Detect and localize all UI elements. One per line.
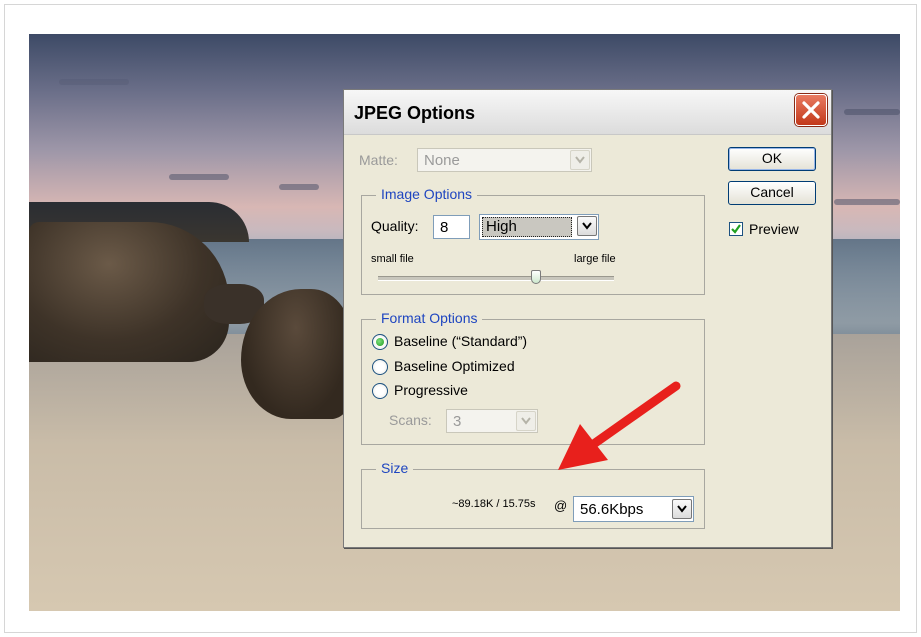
red-arrow-annotation: [558, 381, 681, 470]
matte-select[interactable]: None: [417, 148, 592, 172]
cancel-button[interactable]: Cancel: [728, 181, 816, 205]
baseline-optimized-label: Baseline Optimized: [394, 358, 515, 374]
quality-value: 8: [440, 219, 449, 236]
image-options-title: Image Options: [376, 186, 478, 202]
dialog-titlebar: JPEG Options: [344, 90, 831, 135]
progressive-label: Progressive: [394, 382, 468, 398]
scans-select[interactable]: 3: [446, 409, 538, 433]
chevron-down-icon: [516, 411, 536, 431]
download-speed-value: 56.6Kbps: [580, 501, 644, 518]
matte-label: Matte:: [359, 152, 398, 168]
radio-baseline-standard[interactable]: [372, 334, 388, 350]
download-speed-select[interactable]: 56.6Kbps: [573, 496, 694, 522]
quality-slider-track[interactable]: [378, 276, 614, 281]
slider-thumb-icon[interactable]: [531, 270, 542, 284]
chevron-down-icon: [577, 216, 597, 236]
quality-preset-value: High: [486, 218, 517, 235]
jpeg-options-dialog: JPEG Options Matte: None OK Cancel Previ…: [343, 89, 832, 548]
scans-value: 3: [453, 413, 462, 430]
size-group: Size ~89.18K / 15.75s @ 56.6Kbps: [361, 460, 705, 529]
at-symbol: @: [554, 498, 568, 513]
preview-checkbox[interactable]: [729, 222, 743, 236]
size-estimate: ~89.18K / 15.75s: [452, 498, 536, 510]
radio-baseline-optimized[interactable]: [372, 359, 388, 375]
chevron-down-icon: [570, 150, 590, 170]
quality-input[interactable]: 8: [433, 215, 470, 239]
large-file-label: large file: [574, 253, 616, 265]
small-file-label: small file: [371, 253, 414, 265]
quality-preset-select[interactable]: High: [479, 214, 599, 240]
ok-button[interactable]: OK: [728, 147, 816, 171]
dialog-title: JPEG Options: [354, 103, 476, 123]
preview-label: Preview: [749, 221, 799, 237]
scans-label: Scans:: [389, 412, 432, 428]
chevron-down-icon: [672, 499, 692, 519]
baseline-standard-label: Baseline (“Standard”): [394, 333, 528, 349]
matte-value: None: [424, 152, 460, 169]
radio-progressive[interactable]: [372, 383, 388, 399]
checkmark-icon: [731, 224, 741, 234]
radio-selected-dot: [376, 338, 384, 346]
close-button[interactable]: [795, 94, 827, 126]
quality-label: Quality:: [371, 218, 419, 234]
size-title: Size: [376, 460, 414, 476]
close-icon: [802, 101, 820, 119]
image-options-group: Image Options Quality: 8 High small file…: [361, 186, 705, 295]
format-options-title: Format Options: [376, 310, 483, 326]
